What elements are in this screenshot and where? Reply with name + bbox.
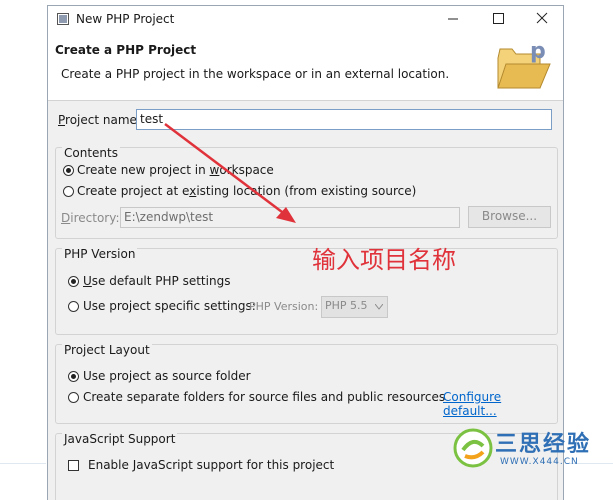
maximize-icon: [493, 13, 504, 24]
project-specific-php-radio[interactable]: [68, 301, 79, 312]
javascript-support-label: JavaScript Support: [62, 432, 178, 446]
create-new-project-radio[interactable]: [63, 165, 74, 176]
minimize-button[interactable]: [431, 6, 475, 32]
contents-label: Contents: [62, 146, 120, 160]
configure-default-link[interactable]: Configure default...: [443, 390, 557, 418]
project-name-label: Project name:: [58, 113, 141, 127]
source-folder-radio[interactable]: [68, 371, 79, 382]
directory-label: Directory:: [61, 211, 120, 225]
contents-group: Contents Create new project in workspace…: [55, 146, 558, 239]
project-specific-php-label: Use project specific settings:: [83, 299, 256, 313]
close-icon: [536, 12, 548, 24]
php-version-value: PHP 5.5: [325, 299, 368, 312]
chevron-down-icon: [375, 304, 383, 310]
window-title: New PHP Project: [76, 12, 175, 26]
enable-javascript-checkbox[interactable]: [68, 460, 79, 471]
separate-folders-radio[interactable]: [68, 392, 79, 403]
php-version-label: PHP Version: [62, 247, 138, 261]
enable-javascript-label: Enable JavaScript support for this proje…: [88, 458, 335, 472]
banner-description: Create a PHP project in the workspace or…: [61, 67, 450, 81]
php-wizard-icon: [57, 13, 69, 25]
source-folder-label: Use project as source folder: [83, 369, 251, 383]
annotation-text: 输入项目名称: [312, 246, 456, 274]
background-line-left: [0, 463, 46, 464]
watermark-url: WWW.X444.CN: [500, 457, 579, 467]
wizard-banner: Create a PHP Project Create a PHP projec…: [48, 32, 563, 101]
banner-title: Create a PHP Project: [55, 43, 197, 57]
existing-location-label: Create project at existing location (fro…: [77, 184, 417, 198]
php-version-group: PHP Version Use default PHP settings Use…: [55, 247, 558, 335]
php-version-field-label: PHP Version:: [249, 300, 319, 313]
watermark: 三思经验 WWW.X444.CN: [445, 420, 605, 476]
php-version-select: PHP 5.5: [321, 296, 388, 318]
maximize-button[interactable]: [476, 6, 520, 32]
title-bar: New PHP Project: [48, 6, 563, 32]
sansi-logo-icon: [453, 428, 493, 468]
existing-location-radio[interactable]: [63, 186, 74, 197]
project-layout-group: Project Layout Use project as source fol…: [55, 343, 558, 424]
project-name-input[interactable]: test: [136, 109, 552, 130]
php-folder-icon: p: [497, 40, 551, 89]
use-default-php-label: Use default PHP settings: [83, 274, 231, 288]
browse-button: Browse...: [468, 206, 551, 228]
separate-folders-label: Create separate folders for source files…: [83, 390, 446, 404]
watermark-text: 三思经验: [495, 432, 592, 457]
project-layout-label: Project Layout: [62, 343, 152, 357]
directory-input: E:\zendwp\test: [120, 207, 460, 228]
svg-text:p: p: [530, 40, 546, 64]
use-default-php-radio[interactable]: [68, 276, 79, 287]
create-new-project-label: Create new project in workspace: [77, 163, 274, 177]
close-button[interactable]: [520, 6, 563, 32]
minimize-icon: [448, 18, 458, 20]
